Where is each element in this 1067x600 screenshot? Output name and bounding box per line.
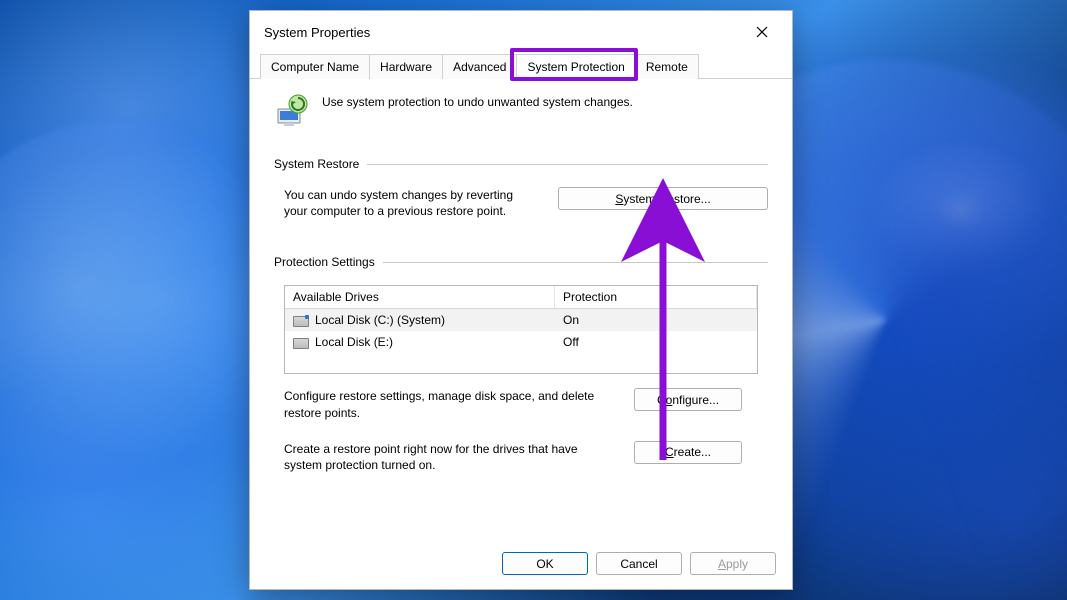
ok-button[interactable]: OK [502, 552, 588, 575]
drive-protection: On [555, 309, 757, 331]
group-protection-settings-header: Protection Settings [274, 255, 768, 269]
mnemonic-c: C [665, 445, 674, 459]
dialog-footer: OK Cancel Apply [250, 542, 792, 589]
close-icon [756, 26, 768, 38]
table-row[interactable]: Local Disk (C:) (System) On [285, 309, 757, 331]
window-title: System Properties [264, 25, 370, 40]
close-button[interactable] [742, 19, 782, 45]
group-protection-settings-label: Protection Settings [274, 255, 375, 269]
system-restore-text: You can undo system changes by reverting… [284, 187, 538, 219]
tab-content: Use system protection to undo unwanted s… [250, 79, 792, 542]
titlebar: System Properties [250, 11, 792, 53]
divider [383, 262, 768, 263]
configure-button[interactable]: Configure... [634, 388, 742, 411]
intro-row: Use system protection to undo unwanted s… [274, 93, 768, 129]
tab-advanced[interactable]: Advanced [442, 54, 517, 79]
group-system-restore-header: System Restore [274, 157, 768, 171]
configure-text: Configure restore settings, manage disk … [284, 388, 614, 420]
configure-row: Configure restore settings, manage disk … [284, 388, 758, 420]
drive-name: Local Disk (C:) (System) [315, 313, 445, 327]
group-system-restore-label: System Restore [274, 157, 359, 171]
table-row-empty [285, 353, 757, 373]
divider [367, 164, 768, 165]
create-button[interactable]: Create... [634, 441, 742, 464]
system-restore-button[interactable]: System Restore... [558, 187, 768, 210]
tab-row: Computer Name Hardware Advanced System P… [250, 53, 792, 79]
cancel-button[interactable]: Cancel [596, 552, 682, 575]
system-restore-button-rest: ystem Restore... [623, 192, 710, 206]
system-restore-row: You can undo system changes by reverting… [284, 187, 768, 219]
drive-name: Local Disk (E:) [315, 335, 393, 349]
tab-computer-name[interactable]: Computer Name [260, 54, 370, 79]
system-properties-dialog: System Properties Computer Name Hardware… [249, 10, 793, 590]
th-available-drives[interactable]: Available Drives [285, 286, 555, 308]
th-protection[interactable]: Protection [555, 286, 757, 308]
tab-remote[interactable]: Remote [635, 54, 699, 79]
mnemonic-a: A [718, 557, 726, 571]
tab-system-protection[interactable]: System Protection [516, 54, 635, 79]
drive-icon [293, 316, 309, 327]
drive-icon [293, 338, 309, 349]
system-protection-icon [274, 93, 310, 129]
intro-text: Use system protection to undo unwanted s… [322, 93, 633, 109]
drives-table-header: Available Drives Protection [285, 286, 757, 309]
create-row: Create a restore point right now for the… [284, 441, 758, 473]
tab-hardware[interactable]: Hardware [369, 54, 443, 79]
table-row[interactable]: Local Disk (E:) Off [285, 331, 757, 353]
drive-protection: Off [555, 331, 757, 353]
drives-table: Available Drives Protection Local Disk (… [284, 285, 758, 374]
mnemonic-o: o [666, 393, 673, 407]
create-text: Create a restore point right now for the… [284, 441, 614, 473]
apply-button: Apply [690, 552, 776, 575]
